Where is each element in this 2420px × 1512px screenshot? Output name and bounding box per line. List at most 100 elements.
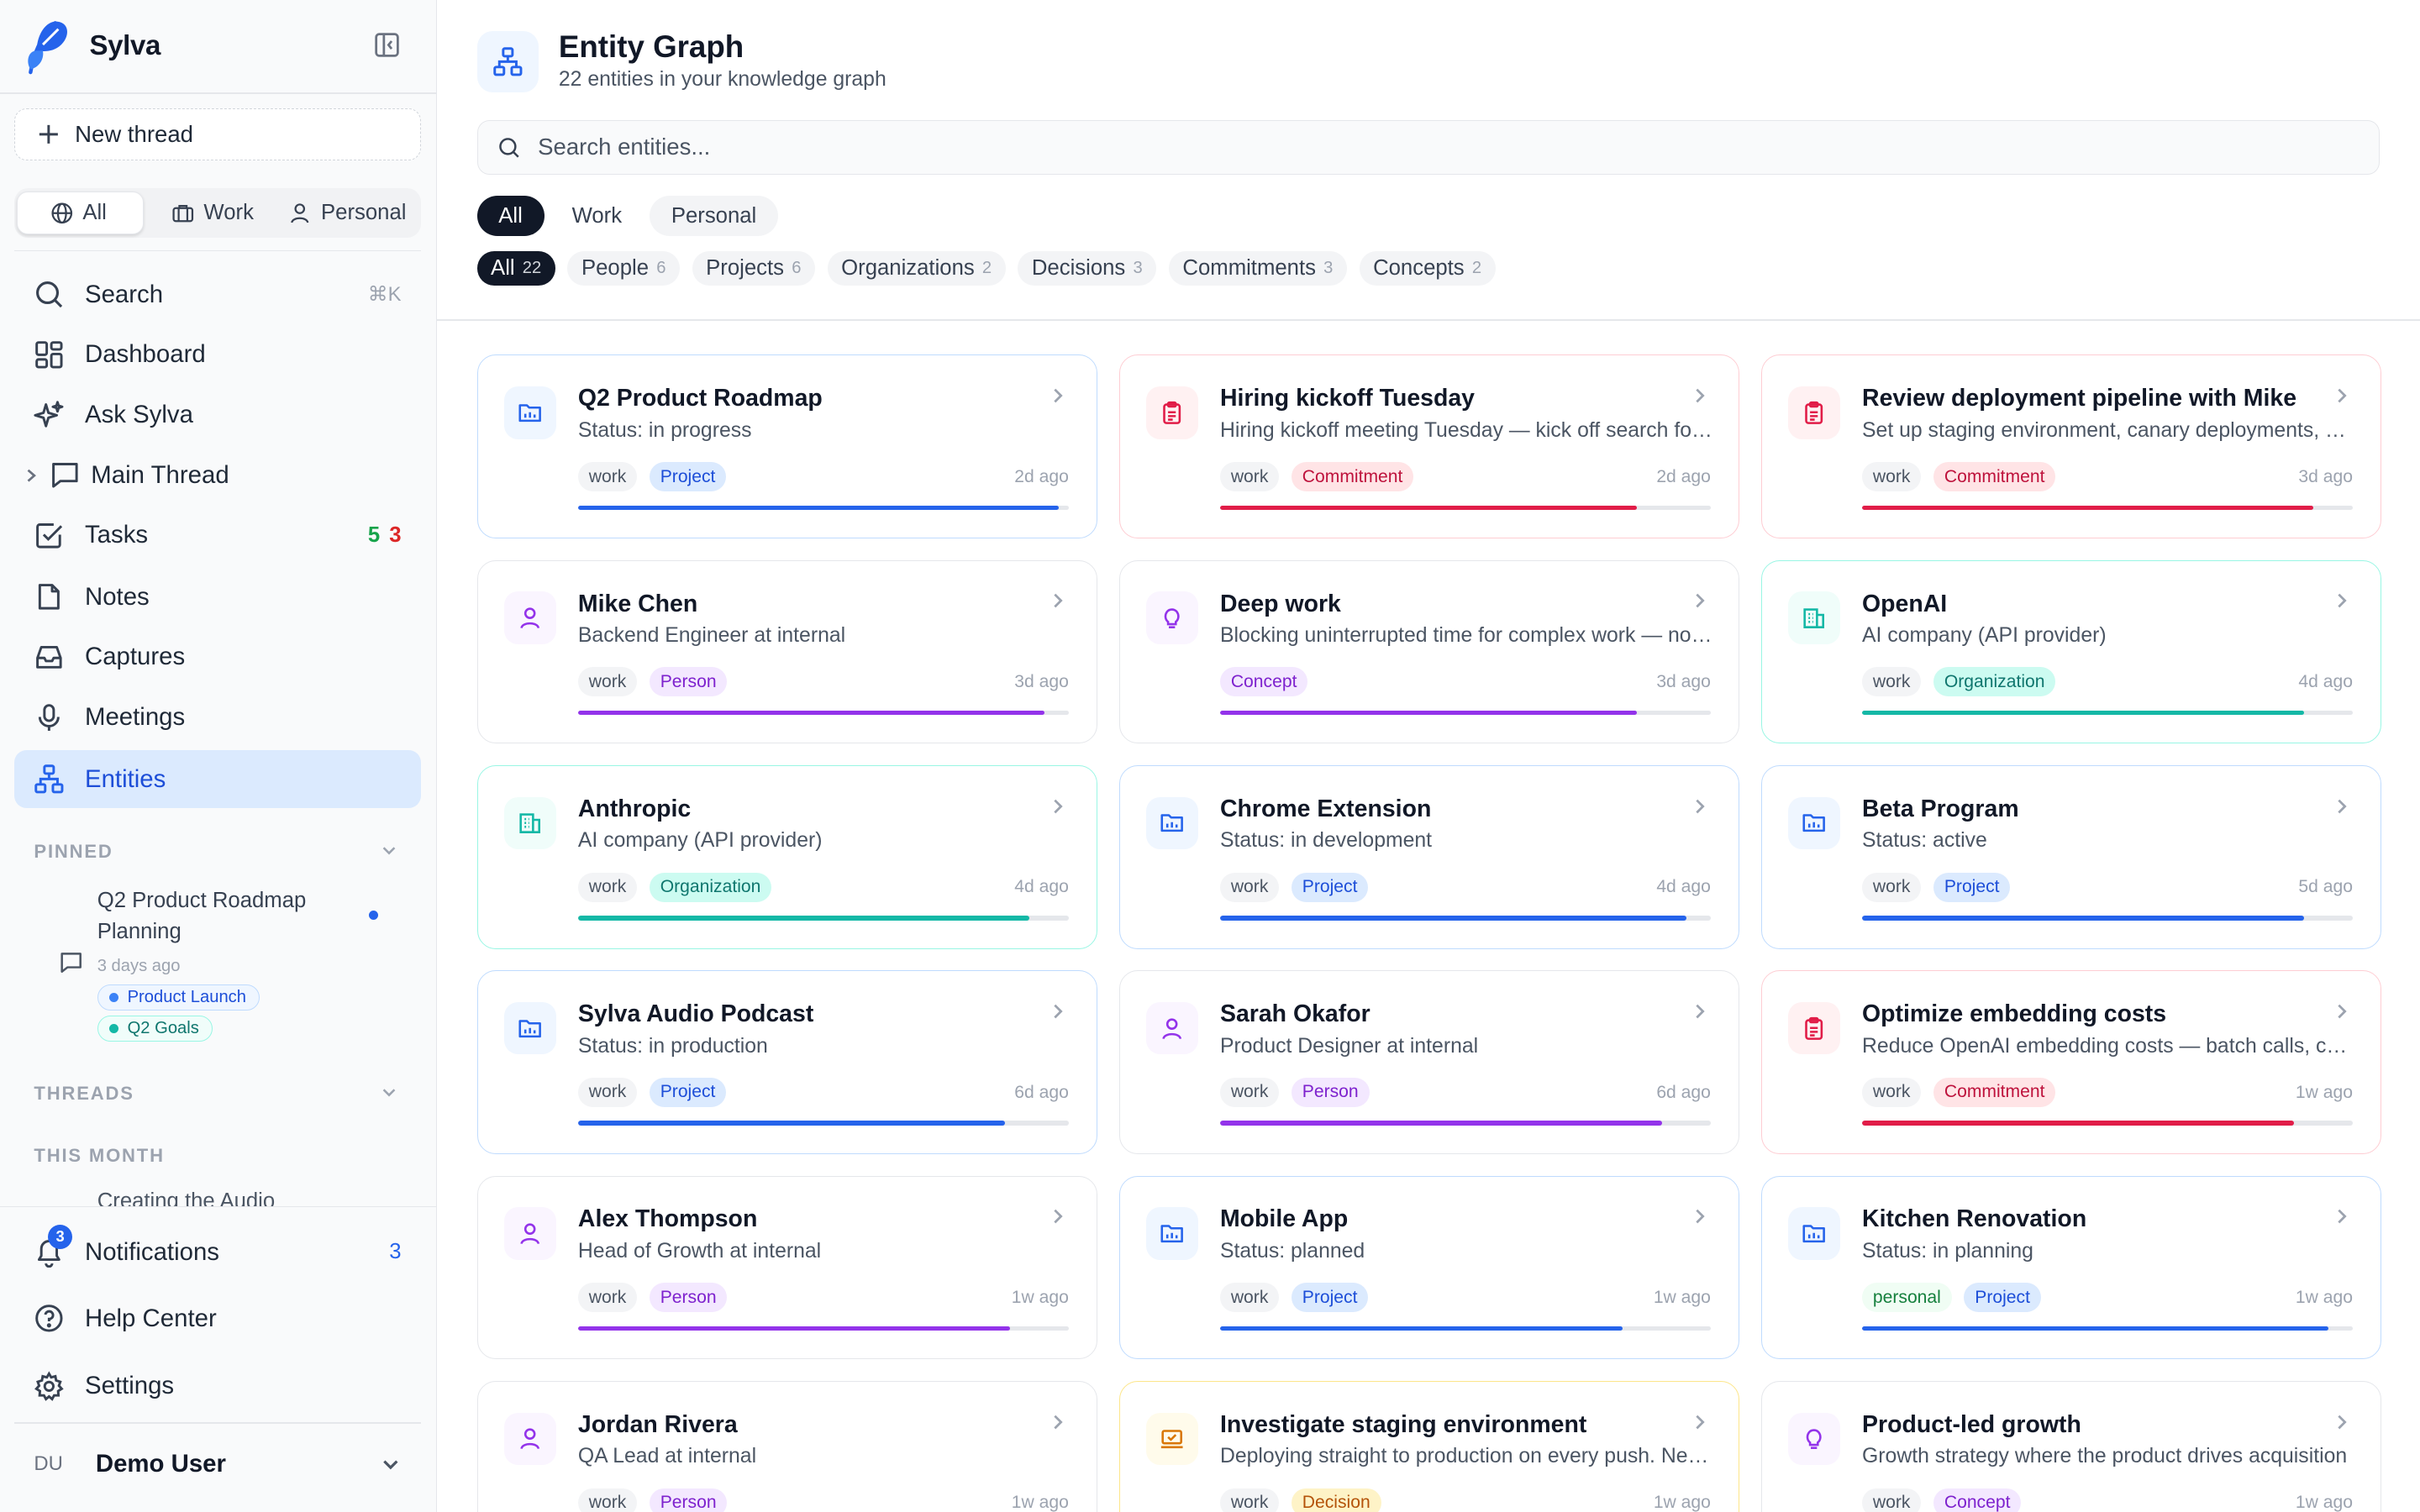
entity-card[interactable]: Chrome Extension Status: in development wo… [1118, 764, 1739, 949]
tasks-count-overdue: 3 [389, 522, 402, 547]
threads-section-label: THREADS [34, 1083, 134, 1105]
entity-card[interactable]: Kitchen Renovation Status: in planning per… [1760, 1175, 2381, 1360]
entity-title: Mobile App [1219, 1205, 1349, 1233]
plus-icon [38, 123, 60, 145]
nav-captures[interactable]: Captures [14, 628, 422, 687]
chevron-right-icon[interactable] [2333, 591, 2351, 610]
type-chip: Concept [1933, 1488, 2022, 1512]
type-filter-decisions[interactable]: Decisions 3 [1018, 251, 1157, 286]
chevron-right-icon[interactable] [2333, 1002, 2351, 1021]
nav-search[interactable]: Search ⌘K [14, 265, 422, 324]
entity-tags: work Commitment [1862, 462, 2056, 492]
nav-entities[interactable]: Entities [13, 749, 422, 809]
chevron-right-icon[interactable] [1691, 1002, 1709, 1021]
relevance-bar [1862, 1326, 2354, 1331]
relevance-bar-fill [577, 916, 1030, 921]
chevron-right-icon[interactable] [1049, 1207, 1067, 1226]
chevron-right-icon[interactable] [1049, 1002, 1067, 1021]
entity-card[interactable]: Alex Thompson Head of Growth at internal w… [476, 1175, 1097, 1360]
entity-card[interactable]: Mike Chen Backend Engineer at internal wor… [476, 559, 1097, 744]
chevron-down-icon[interactable] [380, 841, 402, 863]
entity-age: 1w ago [2295, 1082, 2353, 1102]
chevron-right-icon[interactable] [2333, 386, 2351, 405]
nav-dashboard[interactable]: Dashboard [14, 326, 422, 385]
nav-main-thread-label: Main Thread [91, 460, 229, 489]
relevance-bar-fill [1862, 916, 2304, 921]
search-icon [497, 136, 521, 160]
user-icon [503, 591, 557, 644]
type-filter-people[interactable]: People 6 [567, 251, 680, 286]
nav-meetings[interactable]: Meetings [14, 688, 422, 747]
type-filter-concepts[interactable]: Concepts 2 [1359, 251, 1496, 286]
entity-card[interactable]: OpenAI AI company (API provider) work Organ… [1760, 559, 2381, 744]
entity-subtitle: Head of Growth at internal [577, 1239, 822, 1263]
entity-card[interactable]: Sarah Okafor Product Designer at internal… [1118, 970, 1739, 1154]
tasks-count-open: 5 [367, 522, 381, 547]
brand[interactable]: Sylva [24, 15, 160, 76]
scope-personal[interactable]: Personal [276, 192, 422, 234]
type-filter-commitments[interactable]: Commitments 3 [1168, 251, 1347, 286]
entity-card[interactable]: Beta Program Status: active work Project 5d … [1760, 764, 2381, 949]
chevron-right-icon[interactable] [1691, 797, 1709, 816]
relevance-bar-fill [1862, 1121, 2294, 1126]
tag-product-launch[interactable]: Product Launch [97, 984, 260, 1011]
entity-card[interactable]: Deep work Blocking uninterrupted time for… [1118, 559, 1739, 744]
entity-card[interactable]: Product-led growth Growth strategy where … [1760, 1380, 2381, 1512]
nav-main-thread[interactable]: Main Thread [14, 446, 422, 505]
chevron-right-icon[interactable] [1691, 1207, 1709, 1226]
chevron-right-icon[interactable] [24, 468, 39, 483]
relevance-bar-fill [577, 505, 1060, 511]
entity-card[interactable]: Anthropic AI company (API provider) work Or… [476, 764, 1097, 949]
scope-chip: work [577, 1077, 638, 1107]
scope-work[interactable]: Work [150, 192, 270, 234]
type-chip: Commitment [1933, 462, 2056, 492]
type-chip: Commitment [1291, 462, 1414, 492]
entity-card[interactable]: Mobile App Status: planned work Project 1w a… [1118, 1175, 1739, 1360]
chevron-right-icon[interactable] [1049, 591, 1067, 610]
type-chip: Project [1964, 1283, 2041, 1313]
entity-title: OpenAI [1862, 590, 1948, 617]
chevron-right-icon[interactable] [1049, 386, 1067, 405]
entity-tags: work Person [577, 1488, 728, 1512]
nav-settings[interactable]: Settings [14, 1357, 422, 1415]
type-filter-organizations[interactable]: Organizations 2 [827, 251, 1006, 286]
entity-subtitle: Status: in production [577, 1034, 768, 1058]
chevron-down-icon[interactable] [380, 1083, 402, 1105]
entity-card[interactable]: Jordan Rivera QA Lead at internal work Pers… [476, 1380, 1097, 1512]
type-count: 3 [1323, 259, 1334, 278]
entity-title: Chrome Extension [1219, 795, 1432, 822]
type-filter-projects[interactable]: Projects 6 [692, 251, 815, 286]
user-menu[interactable]: DU Demo User [34, 1438, 404, 1490]
entity-tags: work Organization [1862, 667, 2056, 697]
type-chip: Project [1933, 872, 2011, 902]
entity-card[interactable]: Sylva Audio Podcast Status: in production… [476, 970, 1097, 1154]
type-filter-all[interactable]: All 22 [476, 251, 555, 286]
chevron-right-icon[interactable] [1049, 1413, 1067, 1431]
scope-all[interactable]: All [17, 191, 144, 235]
scope-filter-work[interactable]: Work [550, 196, 644, 236]
entity-card[interactable]: Q2 Product Roadmap Status: in progress wor… [476, 354, 1097, 538]
chevron-right-icon[interactable] [2333, 1207, 2351, 1226]
new-thread-button[interactable]: New thread [13, 108, 422, 160]
nav-notes[interactable]: Notes [14, 568, 422, 627]
scope-filter-personal[interactable]: Personal [650, 196, 778, 236]
entity-card[interactable]: Investigate staging environment Deploying… [1118, 1380, 1739, 1512]
chevron-right-icon[interactable] [1691, 1413, 1709, 1431]
chevron-right-icon[interactable] [1049, 797, 1067, 816]
collapse-sidebar-icon[interactable] [373, 31, 404, 62]
nav-help-center[interactable]: Help Center [14, 1289, 422, 1348]
scope-filter-all[interactable]: All [476, 196, 544, 236]
nav-notifications[interactable]: 3 Notifications 3 [14, 1223, 422, 1282]
chevron-right-icon[interactable] [1691, 386, 1709, 405]
search-input[interactable] [538, 134, 2236, 161]
nav-tasks[interactable]: Tasks 5 3 [14, 506, 422, 564]
chevron-right-icon[interactable] [1691, 591, 1709, 610]
entity-card[interactable]: Hiring kickoff Tuesday Hiring kickoff mee… [1118, 354, 1739, 538]
entity-search[interactable] [476, 120, 2381, 175]
chevron-right-icon[interactable] [2333, 1413, 2351, 1431]
tag-q2-goals[interactable]: Q2 Goals [97, 1015, 213, 1042]
nav-ask-sylva[interactable]: Ask Sylva [14, 386, 422, 444]
entity-card[interactable]: Optimize embedding costs Reduce OpenAI em… [1760, 970, 2381, 1154]
chevron-right-icon[interactable] [2333, 797, 2351, 816]
entity-card[interactable]: Review deployment pipeline with Mike Set … [1760, 354, 2381, 538]
